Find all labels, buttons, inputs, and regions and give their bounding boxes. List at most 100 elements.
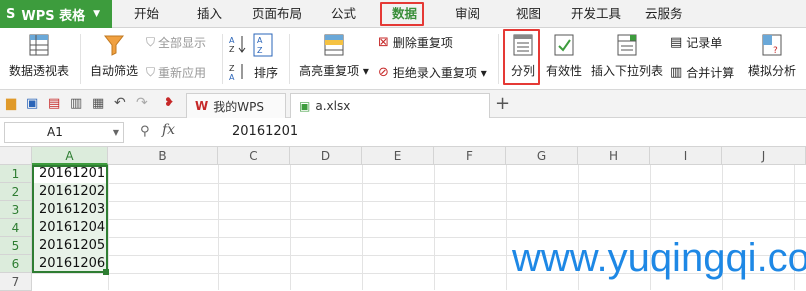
column-header-H[interactable]: H (578, 147, 650, 165)
tab-formulas[interactable]: 公式 (331, 0, 356, 28)
what-if-icon: ? (762, 34, 782, 56)
insert-dropdown-list-label: 插入下拉列表 (590, 64, 663, 78)
print-preview-icon[interactable]: ▦ (92, 96, 104, 111)
text-to-columns-label: 分列 (510, 64, 535, 78)
validation-icon (554, 34, 574, 56)
svg-text:Z: Z (257, 46, 263, 55)
sort-az-icon: AZ (229, 36, 246, 54)
reapply-button[interactable]: ⛉ 重新应用 (146, 64, 206, 81)
what-if-analysis-button[interactable]: ? 模拟分析 (746, 32, 798, 79)
pivot-table-button[interactable]: 数据透视表 (8, 32, 70, 79)
consolidate-button[interactable]: ▥ 合并计算 (670, 64, 734, 81)
export-pdf-icon[interactable]: ▤ (48, 96, 60, 111)
select-all-corner[interactable] (0, 147, 32, 165)
tab-page-layout[interactable]: 页面布局 (252, 0, 302, 28)
row-header-6[interactable]: 6 (0, 255, 32, 273)
column-header-A[interactable]: A (32, 147, 108, 165)
tab-review[interactable]: 审阅 (455, 0, 480, 28)
sort-button[interactable]: 排序 (254, 64, 278, 81)
column-header-I[interactable]: I (650, 147, 722, 165)
cell-A2[interactable]: 20161202 (33, 183, 108, 201)
print-icon[interactable]: ▥ (70, 96, 82, 111)
grid-line (32, 183, 806, 184)
wps-logo-icon: S (6, 6, 16, 22)
autofilter-button[interactable]: 自动筛选 (88, 32, 140, 79)
svg-text:A: A (229, 73, 235, 82)
formula-bar: A1 ▼ ⚲ fx 20161201 (0, 118, 806, 147)
grid-line (32, 219, 806, 220)
watermark-text: www.yuqingqi.com (512, 236, 806, 280)
row-header-4[interactable]: 4 (0, 219, 32, 237)
remove-duplicates-label: 删除重复项 (392, 36, 453, 50)
highlight-duplicates-button[interactable]: 高亮重复项 ▾ (298, 32, 370, 79)
tab-insert[interactable]: 插入 (197, 0, 222, 28)
app-menu-button[interactable]: S WPS 表格 ▼ (0, 0, 112, 28)
sort-descending-button[interactable]: ZA (228, 62, 248, 82)
doc-tab-a-xlsx[interactable]: ▣ a.xlsx (290, 93, 490, 118)
text-to-columns-icon (513, 34, 533, 56)
cell-A4[interactable]: 20161204 (33, 219, 108, 237)
customize-toolbar-icon[interactable]: ❥ (164, 95, 174, 109)
app-name: WPS 表格 (21, 8, 86, 24)
row-header-5[interactable]: 5 (0, 237, 32, 255)
cell-A1[interactable]: 20161201 (33, 165, 108, 183)
name-box-value: A1 (47, 125, 63, 139)
column-header-G[interactable]: G (506, 147, 578, 165)
redo-icon[interactable]: ↷ (136, 95, 148, 111)
record-form-button[interactable]: ▤ 记录单 (670, 34, 722, 51)
column-header-J[interactable]: J (722, 147, 806, 165)
grid-line (32, 201, 806, 202)
ribbon-separator (222, 34, 223, 84)
tab-data[interactable]: 数据 (392, 0, 417, 28)
ribbon: 数据透视表 自动筛选 ⛉ 全部显示 ⛉ 重新应用 AZ AZ ZA 排序 高亮重… (0, 28, 806, 90)
add-tab-button[interactable]: + (495, 93, 510, 114)
reapply-label: 重新应用 (158, 66, 207, 80)
tab-view[interactable]: 视图 (516, 0, 541, 28)
wps-icon: W (195, 99, 209, 113)
row-header-7[interactable]: 7 (0, 273, 32, 291)
tab-developer[interactable]: 开发工具 (571, 0, 621, 28)
tab-cloud[interactable]: 云服务 (645, 0, 683, 28)
row-header-1[interactable]: 1 (0, 165, 32, 183)
folder-icon[interactable]: ▆ (6, 96, 16, 111)
show-all-button[interactable]: ⛉ 全部显示 (146, 34, 206, 51)
formula-input[interactable]: 20161201 (232, 124, 298, 139)
doc-tab-label: a.xlsx (315, 99, 351, 113)
doc-tab-my-wps[interactable]: W 我的WPS (186, 93, 286, 118)
svg-text:A: A (229, 36, 235, 45)
tab-home[interactable]: 开始 (134, 0, 159, 28)
autofilter-label: 自动筛选 (89, 64, 138, 78)
fx-icon[interactable]: fx (162, 122, 175, 138)
row-header-3[interactable]: 3 (0, 201, 32, 219)
highlight-duplicates-icon (324, 34, 344, 56)
cell-A3[interactable]: 20161203 (33, 201, 108, 219)
cell-A6[interactable]: 20161206 (33, 255, 108, 273)
row-header-2[interactable]: 2 (0, 183, 32, 201)
dropdown-list-icon (617, 34, 637, 56)
ribbon-separator (289, 34, 290, 84)
fill-handle[interactable] (103, 269, 109, 275)
save-icon[interactable]: ▣ (26, 96, 38, 111)
record-form-icon: ▤ (670, 35, 683, 50)
ribbon-separator (80, 34, 81, 84)
undo-icon[interactable]: ↶ (114, 95, 126, 111)
sort-ascending-button[interactable]: AZ (228, 34, 248, 54)
remove-duplicates-button[interactable]: ⊠ 删除重复项 (378, 34, 453, 51)
column-header-F[interactable]: F (434, 147, 506, 165)
cell-A5[interactable]: 20161205 (33, 237, 108, 255)
insert-dropdown-list-button[interactable]: 插入下拉列表 (590, 32, 664, 79)
sort-za-icon: ZA (229, 64, 243, 82)
reject-duplicates-label: 拒绝录入重复项 ▾ (392, 66, 487, 80)
sort-big-button[interactable]: AZ (252, 32, 274, 58)
data-validation-button[interactable]: 有效性 (544, 32, 584, 79)
show-all-label: 全部显示 (158, 36, 207, 50)
text-to-columns-button[interactable]: 分列 (506, 32, 540, 79)
reject-duplicates-button[interactable]: ⊘ 拒绝录入重复项 ▾ (378, 64, 487, 81)
column-header-D[interactable]: D (290, 147, 362, 165)
column-header-B[interactable]: B (108, 147, 218, 165)
chevron-down-icon[interactable]: ▼ (113, 123, 119, 142)
column-header-C[interactable]: C (218, 147, 290, 165)
name-box[interactable]: A1 ▼ (4, 122, 124, 143)
column-header-E[interactable]: E (362, 147, 434, 165)
zoom-formula-icon[interactable]: ⚲ (140, 124, 150, 139)
